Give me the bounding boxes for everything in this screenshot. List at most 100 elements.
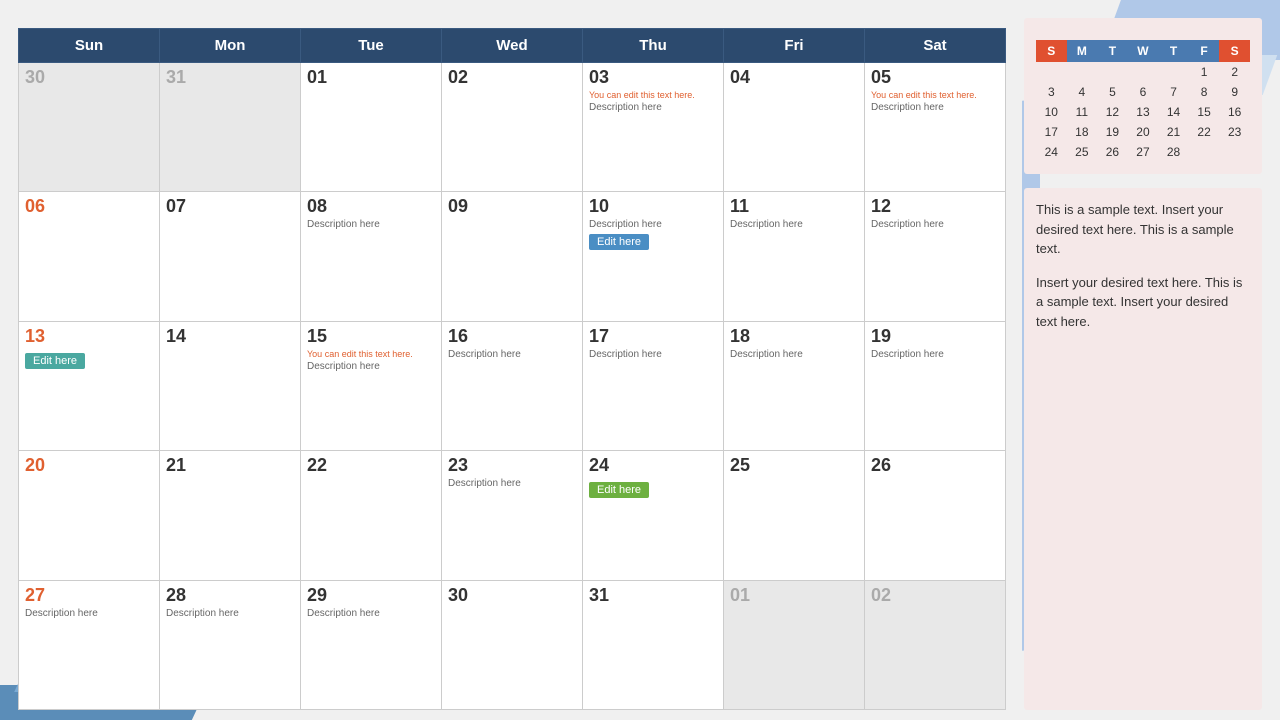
calendar-day-30-0: 30 xyxy=(19,63,160,192)
calendar-day-30-4: 30 xyxy=(442,580,583,709)
day-number: 13 xyxy=(25,326,153,347)
day-number: 23 xyxy=(448,455,576,476)
calendar-day-12-1: 12Description here xyxy=(865,192,1006,321)
calendar-day-02-0: 02 xyxy=(442,63,583,192)
mini-col-6: S xyxy=(1219,40,1250,62)
mini-col-0: S xyxy=(1036,40,1067,62)
calendar-week-4: 27Description here28Description here29De… xyxy=(19,580,1006,709)
mini-day-1-6: 9 xyxy=(1219,82,1250,102)
day-number: 07 xyxy=(166,196,294,217)
mini-day-2-3: 13 xyxy=(1128,102,1159,122)
day-number: 28 xyxy=(166,585,294,606)
mini-day-2-6: 16 xyxy=(1219,102,1250,122)
day-number: 10 xyxy=(589,196,717,217)
col-header-mon: Mon xyxy=(160,29,301,63)
mini-day-2-5: 15 xyxy=(1189,102,1220,122)
day-number: 25 xyxy=(730,455,858,476)
sample-text-box: This is a sample text. Insert your desir… xyxy=(1024,188,1262,710)
day-description: Description here xyxy=(166,608,294,619)
day-number: 05 xyxy=(871,67,999,88)
mini-day-4-1: 25 xyxy=(1067,142,1098,162)
col-header-wed: Wed xyxy=(442,29,583,63)
mini-day-3-1: 18 xyxy=(1067,122,1098,142)
calendar-day-06-1: 06 xyxy=(19,192,160,321)
mini-day-4-6 xyxy=(1219,142,1250,162)
col-header-fri: Fri xyxy=(724,29,865,63)
calendar-day-28-4: 28 Description here xyxy=(160,580,301,709)
right-sidebar: SMTWTFS 12345678910111213141516171819202… xyxy=(1024,18,1262,710)
calendar-day-31-0: 31 xyxy=(160,63,301,192)
sample-text-1: This is a sample text. Insert your desir… xyxy=(1036,200,1250,259)
day-number: 29 xyxy=(307,585,435,606)
day-number: 17 xyxy=(589,326,717,347)
mini-day-3-3: 20 xyxy=(1128,122,1159,142)
mini-day-2-2: 12 xyxy=(1097,102,1128,122)
mini-col-2: T xyxy=(1097,40,1128,62)
mini-day-4-2: 26 xyxy=(1097,142,1128,162)
calendar-day-23-3: 23 Description here xyxy=(442,451,583,580)
mini-day-1-2: 5 xyxy=(1097,82,1128,102)
day-number: 22 xyxy=(307,455,435,476)
mini-day-3-4: 21 xyxy=(1158,122,1189,142)
calendar-day-08-1: 08Description here xyxy=(301,192,442,321)
day-number: 26 xyxy=(871,455,999,476)
mini-day-4-5 xyxy=(1189,142,1220,162)
mini-day-0-0 xyxy=(1036,62,1067,82)
mini-day-4-3: 27 xyxy=(1128,142,1159,162)
mini-col-1: M xyxy=(1067,40,1098,62)
edit-note: You can edit this text here. xyxy=(589,90,717,100)
day-number: 02 xyxy=(871,585,999,606)
calendar-day-22-3: 22 xyxy=(301,451,442,580)
calendar-header-row: SunMonTueWedThuFriSat xyxy=(19,29,1006,63)
calendar-day-20-3: 20 xyxy=(19,451,160,580)
mini-week-1: 3456789 xyxy=(1036,82,1250,102)
mini-week-2: 10111213141516 xyxy=(1036,102,1250,122)
col-header-sun: Sun xyxy=(19,29,160,63)
day-description: Description here xyxy=(730,219,858,230)
day-description: Description here xyxy=(307,608,435,619)
calendar-day-16-2: 16Description here xyxy=(442,321,583,450)
edit-badge[interactable]: Edit here xyxy=(25,353,85,369)
calendar-day-05-0: 05You can edit this text here.Descriptio… xyxy=(865,63,1006,192)
calendar-day-29-4: 29 Description here xyxy=(301,580,442,709)
col-header-tue: Tue xyxy=(301,29,442,63)
day-number: 24 xyxy=(589,455,717,476)
calendar-day-31-4: 31 xyxy=(583,580,724,709)
mini-day-1-1: 4 xyxy=(1067,82,1098,102)
mini-day-2-4: 14 xyxy=(1158,102,1189,122)
mini-col-3: W xyxy=(1128,40,1159,62)
edit-badge[interactable]: Edit here xyxy=(589,482,649,498)
mini-calendar-table: SMTWTFS 12345678910111213141516171819202… xyxy=(1036,40,1250,162)
day-number: 15 xyxy=(307,326,435,347)
calendar-day-15-2: 15You can edit this text here.Descriptio… xyxy=(301,321,442,450)
calendar-day-07-1: 07 xyxy=(160,192,301,321)
day-description: Description here xyxy=(307,361,435,372)
day-description: Description here xyxy=(589,219,717,230)
day-number: 30 xyxy=(448,585,576,606)
mini-day-1-5: 8 xyxy=(1189,82,1220,102)
mini-day-0-4 xyxy=(1158,62,1189,82)
mini-day-1-0: 3 xyxy=(1036,82,1067,102)
day-description: Description here xyxy=(448,478,576,489)
day-description: Description here xyxy=(448,349,576,360)
mini-week-0: 12 xyxy=(1036,62,1250,82)
mini-day-0-6: 2 xyxy=(1219,62,1250,82)
calendar-day-14-2: 14 xyxy=(160,321,301,450)
day-number: 20 xyxy=(25,455,153,476)
calendar-day-10-1: 10 Description here Edit here xyxy=(583,192,724,321)
calendar-week-0: 3031010203You can edit this text here.De… xyxy=(19,63,1006,192)
edit-badge[interactable]: Edit here xyxy=(589,234,649,250)
mini-day-3-2: 19 xyxy=(1097,122,1128,142)
calendar-week-1: 060708Description here0910Description he… xyxy=(19,192,1006,321)
calendar-day-11-1: 11Description here xyxy=(724,192,865,321)
day-number: 06 xyxy=(25,196,153,217)
day-description: Description here xyxy=(871,349,999,360)
day-number: 02 xyxy=(448,67,576,88)
day-description: Description here xyxy=(589,102,717,113)
calendar-week-3: 20 21 22 23 Description here 24 Edit here 25 26 xyxy=(19,451,1006,580)
day-number: 18 xyxy=(730,326,858,347)
mini-day-0-5: 1 xyxy=(1189,62,1220,82)
day-number: 21 xyxy=(166,455,294,476)
mini-col-5: F xyxy=(1189,40,1220,62)
day-description: Description here xyxy=(871,219,999,230)
